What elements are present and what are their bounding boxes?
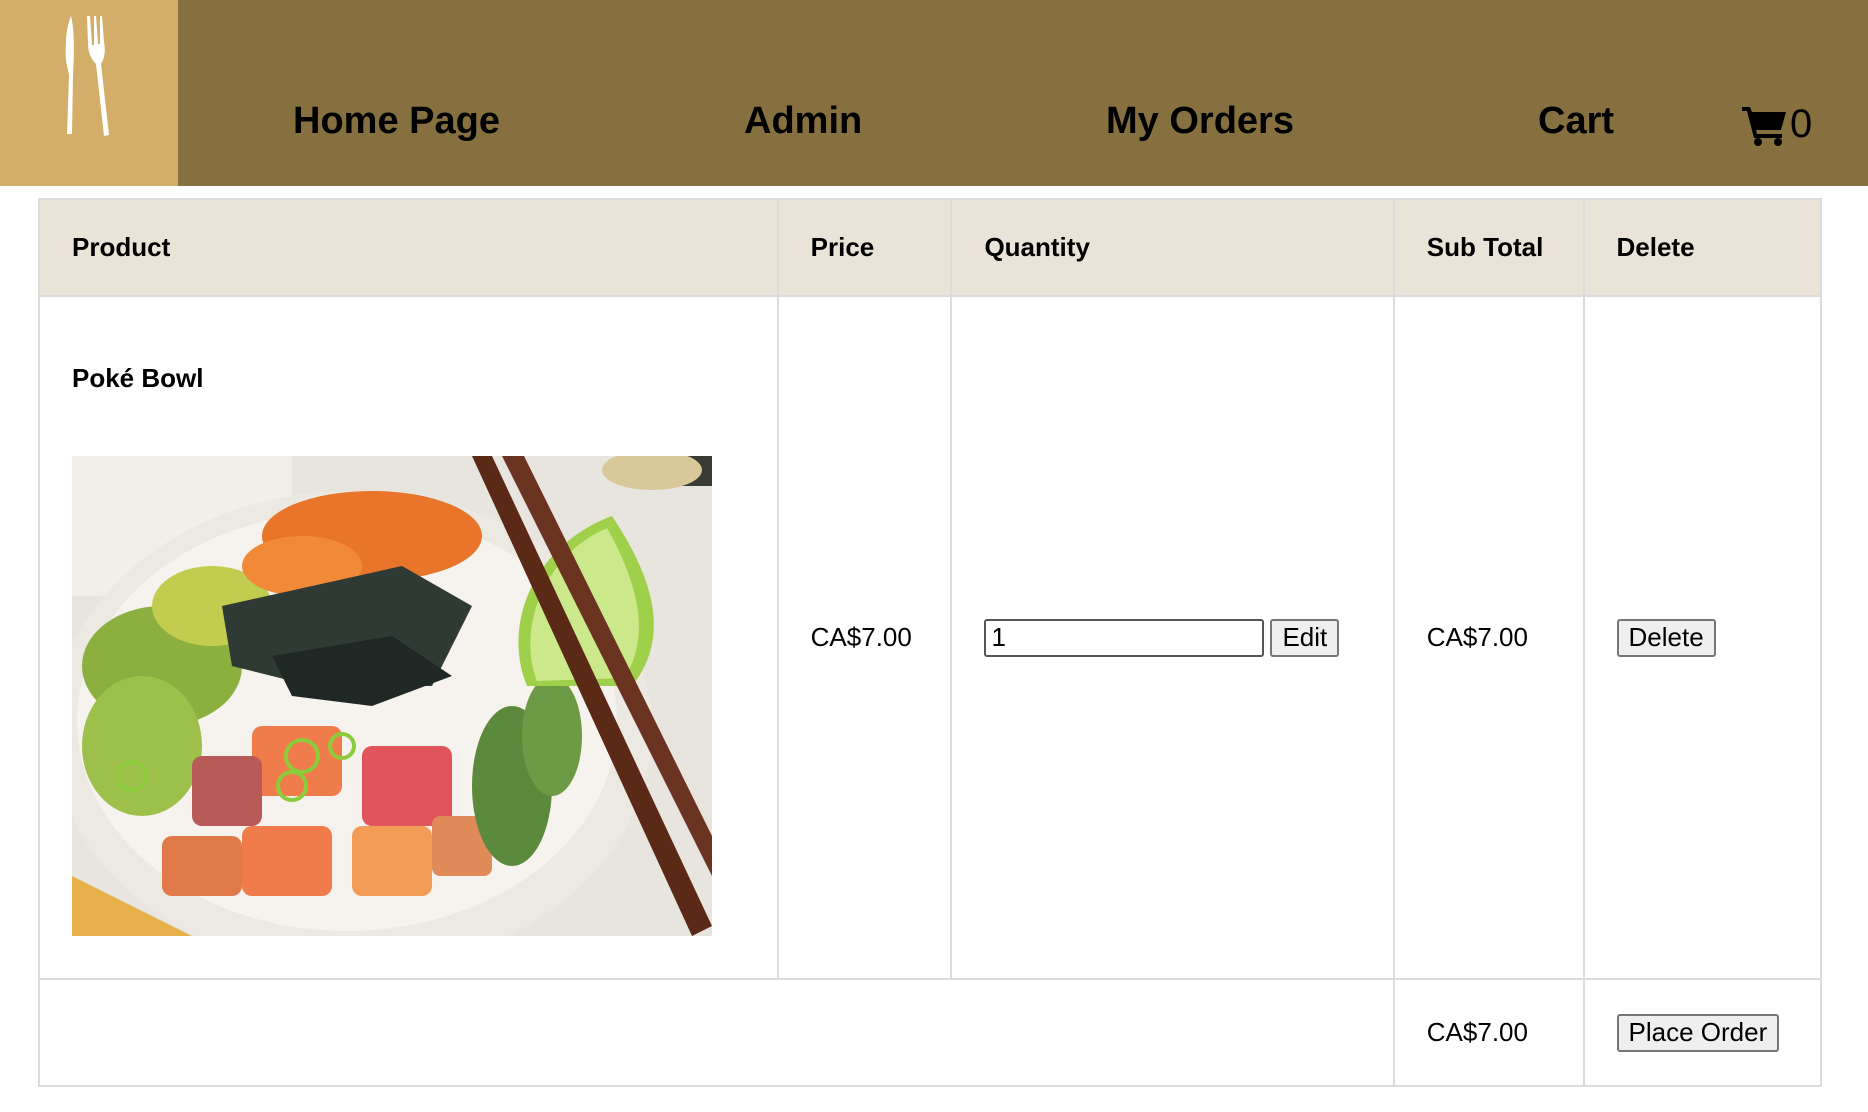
edit-button[interactable]: Edit bbox=[1270, 618, 1340, 657]
fork-knife-icon bbox=[65, 16, 109, 136]
cart-count: 0 bbox=[1790, 102, 1813, 146]
header-price: Price bbox=[776, 198, 953, 297]
header-subtotal: Sub Total bbox=[1392, 198, 1585, 297]
delete-button[interactable]: Delete bbox=[1616, 618, 1716, 657]
nav-home-page[interactable]: Home Page bbox=[293, 100, 500, 143]
nav-my-orders[interactable]: My Orders bbox=[1106, 100, 1294, 143]
product-price: CA$7.00 bbox=[776, 295, 953, 980]
header-product: Product bbox=[38, 198, 779, 297]
site-header: Home Page Admin My Orders Cart 0 bbox=[0, 0, 1868, 186]
delete-cell: Delete bbox=[1582, 295, 1822, 980]
product-name: Poké Bowl bbox=[72, 363, 204, 393]
shopping-cart-icon bbox=[1742, 107, 1786, 146]
logo[interactable] bbox=[0, 0, 178, 186]
table-header-row: Product Price Quantity Sub Total Delete bbox=[38, 198, 1822, 297]
cart-button[interactable]: 0 bbox=[1742, 98, 1812, 146]
quantity-cell: Edit bbox=[950, 295, 1395, 980]
product-cell: Poké Bowl bbox=[38, 295, 779, 980]
nav-admin[interactable]: Admin bbox=[744, 100, 862, 143]
order-total: CA$7.00 bbox=[1392, 978, 1585, 1087]
table-row: Poké Bowl CA$7.00 1 Edit CA$7.00 Delete bbox=[38, 295, 1822, 980]
cart-table: Product Price Quantity Sub Total Delete … bbox=[38, 198, 1822, 1087]
place-order-cell: Place Order bbox=[1582, 978, 1822, 1087]
total-row: CA$7.00 Place Order bbox=[38, 978, 1822, 1087]
product-image bbox=[72, 456, 712, 936]
nav-cart[interactable]: Cart bbox=[1538, 100, 1614, 143]
place-order-button[interactable]: Place Order bbox=[1616, 1013, 1780, 1052]
header-delete: Delete bbox=[1582, 198, 1822, 297]
quantity-input[interactable] bbox=[984, 618, 1265, 657]
total-row-spacer bbox=[38, 978, 1395, 1087]
product-subtotal: CA$7.00 bbox=[1392, 295, 1585, 980]
header-quantity: Quantity bbox=[950, 198, 1395, 297]
